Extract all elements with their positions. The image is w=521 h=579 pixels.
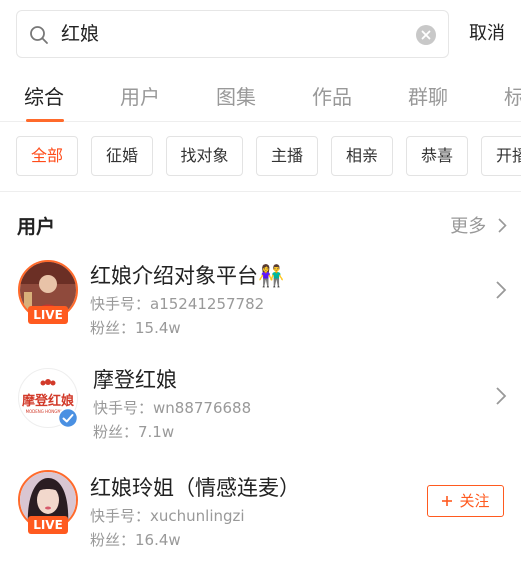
clear-icon[interactable] <box>416 25 436 45</box>
tab-albums[interactable]: 图集 <box>216 84 256 110</box>
chip-all[interactable]: 全部 <box>16 136 78 176</box>
user-id: 快手号：a15241257782 <box>90 295 265 313</box>
user-name: 红娘玲姐（情感连麦） <box>90 476 300 500</box>
user-fans: 粉丝：16.4w <box>90 531 181 549</box>
user-fans: 粉丝：7.1w <box>93 423 175 441</box>
avatar[interactable]: 摩登红娘 MODENG HONGNIANG <box>18 368 78 428</box>
live-badge: LIVE <box>28 306 68 324</box>
user-fans: 粉丝：15.4w <box>90 319 181 337</box>
user-id: 快手号：wn88776688 <box>93 399 252 417</box>
tab-group-chats[interactable]: 群聊 <box>408 84 448 110</box>
tab-works[interactable]: 作品 <box>312 84 352 110</box>
search-query: 红娘 <box>61 23 100 45</box>
result-tabs: 综合 用户 图集 作品 群聊 标 <box>0 70 521 122</box>
follow-button[interactable]: 关注 <box>427 485 504 517</box>
tab-tags[interactable]: 标 <box>504 84 521 110</box>
search-icon <box>30 26 48 44</box>
user-row[interactable]: LIVE 红娘介绍对象平台👫 快手号：a15241257782 粉丝：15.4w <box>0 252 521 352</box>
chip-streamer[interactable]: 主播 <box>256 136 318 176</box>
more-users-link[interactable]: 更多 <box>450 214 507 240</box>
chevron-right-icon[interactable] <box>495 386 507 406</box>
chevron-right-icon <box>498 218 507 233</box>
follow-label: 关注 <box>459 492 490 510</box>
tab-users[interactable]: 用户 <box>120 84 160 110</box>
more-label: 更多 <box>450 216 487 237</box>
live-badge: LIVE <box>28 516 68 534</box>
tab-all[interactable]: 综合 <box>24 84 64 110</box>
logo-text: 摩登红娘 <box>22 393 75 409</box>
user-name: 红娘介绍对象平台👫 <box>90 264 285 288</box>
plus-icon <box>442 496 453 506</box>
cancel-button[interactable]: 取消 <box>469 22 505 46</box>
user-id: 快手号：xuchunlingzi <box>90 507 245 525</box>
verified-icon <box>58 408 78 428</box>
chip-find-partner[interactable]: 找对象 <box>166 136 243 176</box>
avatar[interactable]: LIVE <box>18 470 78 534</box>
chevron-right-icon[interactable] <box>495 280 507 300</box>
user-row[interactable]: 摩登红娘 MODENG HONGNIANG 摩登红娘 快手号：wn8877668… <box>0 362 521 462</box>
chip-marriage-seeking[interactable]: 征婚 <box>91 136 153 176</box>
user-row[interactable]: LIVE 红娘玲姐（情感连麦） 快手号：xuchunlingzi 粉丝：16.4… <box>0 466 521 566</box>
search-header: 红娘 取消 <box>0 0 521 70</box>
chip-blind-date[interactable]: 相亲 <box>331 136 393 176</box>
filter-chips: 全部 征婚 找对象 主播 相亲 恭喜 开播 <box>0 122 521 192</box>
section-title-users: 用户 <box>17 216 56 238</box>
avatar[interactable]: LIVE <box>18 260 78 324</box>
user-name: 摩登红娘 <box>93 368 177 392</box>
chip-congrats[interactable]: 恭喜 <box>406 136 468 176</box>
search-input[interactable]: 红娘 <box>16 10 449 58</box>
chip-start-live[interactable]: 开播 <box>481 136 521 176</box>
